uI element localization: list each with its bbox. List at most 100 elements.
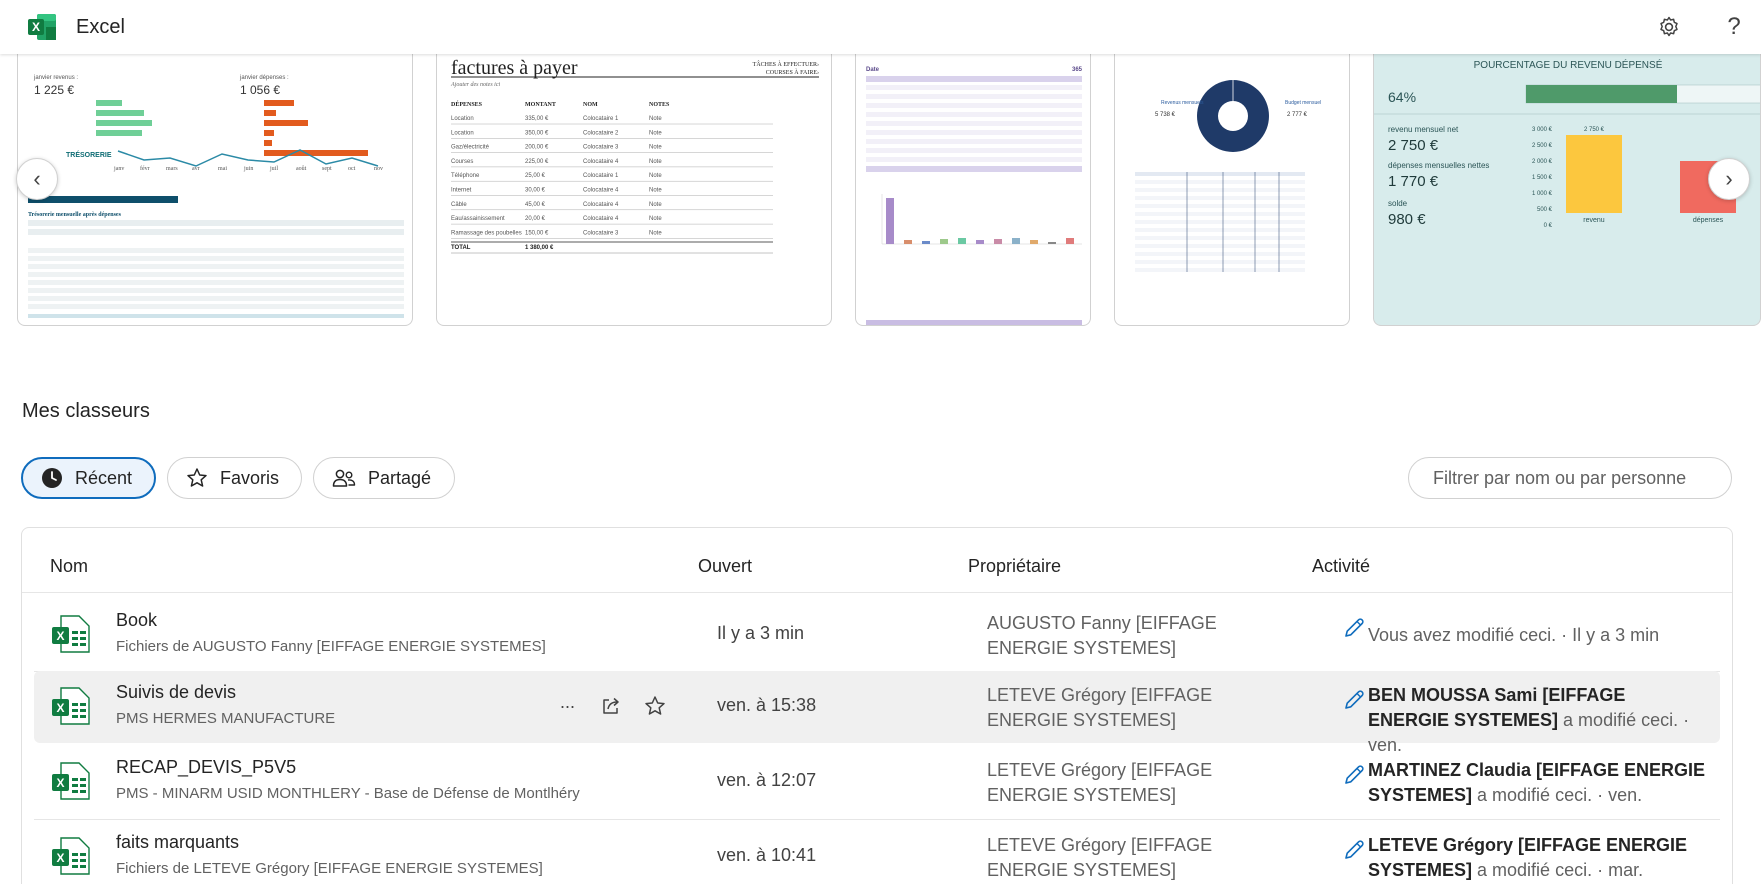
template-card-tresorerie[interactable]: janvier revenus : 1 225 € janvier dépens… xyxy=(17,54,413,326)
factures-col-montant: MONTANT xyxy=(525,102,556,108)
row-actions: ··· xyxy=(554,693,668,719)
file-owner: LETEVE Grégory [EIFFAGE ENERGIE SYSTEMES… xyxy=(987,685,1213,730)
factures-subtitle: Ajouter des notes ici xyxy=(450,82,500,88)
template-card-budget-demenagement[interactable]: Date 365 xyxy=(855,54,1091,326)
gear-icon xyxy=(1660,16,1678,37)
template-card-factures[interactable]: factures à payer Ajouter des notes ici T… xyxy=(436,54,832,326)
column-header-opened[interactable]: Ouvert xyxy=(698,556,752,577)
month-label: oct xyxy=(348,166,356,172)
file-name[interactable]: Suivis de devis xyxy=(116,682,236,703)
factures-cell: Location xyxy=(451,116,474,122)
excel-logo-icon[interactable]: X xyxy=(28,14,56,40)
table-row[interactable]: X RECAP_DEVIS_P5V5 PMS - MINARM USID MON… xyxy=(34,746,1720,818)
carousel-prev-button[interactable]: ‹ xyxy=(16,158,58,200)
factures-cell: Colocataire 4 xyxy=(583,188,619,194)
file-activity: LETEVE Grégory [EIFFAGE ENERGIE SYSTEMES… xyxy=(1368,833,1708,883)
bar-label-spending: dépenses xyxy=(1693,217,1724,224)
net-spent-label: dépenses mensuelles nettes xyxy=(1388,161,1489,170)
revenue-bar xyxy=(1566,135,1622,213)
month-label: juin xyxy=(243,166,253,172)
table-row[interactable]: X Suivis de devis PMS HERMES MANUFACTURE… xyxy=(34,671,1720,755)
table-row[interactable]: X Book Fichiers de AUGUSTO Fanny [EIFFAG… xyxy=(34,599,1720,671)
share-button[interactable] xyxy=(598,693,624,719)
balance-value: 980 € xyxy=(1388,211,1426,228)
month-label: nov xyxy=(374,166,383,172)
factures-cell: 25,00 € xyxy=(525,173,546,179)
svg-text:X: X xyxy=(56,776,64,790)
clock-icon xyxy=(42,468,62,488)
factures-cell: 225,00 € xyxy=(525,159,549,165)
filter-recent-button[interactable]: Récent xyxy=(21,457,156,499)
filter-search-input[interactable] xyxy=(1408,457,1732,499)
table-row[interactable]: X faits marquants Fichiers de LETEVE Gré… xyxy=(34,821,1720,884)
carousel-next-button[interactable]: › xyxy=(1708,158,1750,200)
filter-favorites-button[interactable]: Favoris xyxy=(167,457,302,499)
column-header-owner[interactable]: Propriétaire xyxy=(968,556,1061,577)
factures-cell: 30,00 € xyxy=(525,188,546,194)
net-spent-value: 1 770 € xyxy=(1388,173,1439,190)
budget-date-label: Date xyxy=(866,67,880,73)
factures-cell: Colocataire 2 xyxy=(583,130,619,136)
factures-cell: Colocataire 3 xyxy=(583,230,619,236)
factures-col-nom: NOM xyxy=(583,102,598,108)
factures-tasks: TÂCHES À EFFECTUER› xyxy=(753,60,819,68)
y-tick-label: 2 500 € xyxy=(1532,143,1553,149)
file-name[interactable]: faits marquants xyxy=(116,832,239,853)
file-location: Fichiers de AUGUSTO Fanny [EIFFAGE ENERG… xyxy=(116,638,546,655)
column-header-activity[interactable]: Activité xyxy=(1312,556,1370,577)
template-preview-budget: Date 365 xyxy=(866,67,1083,325)
template-preview-depenses: Revenus mensuels 5 738 € Budget mensuel … xyxy=(1135,80,1321,272)
favorite-button[interactable] xyxy=(642,693,668,719)
excel-file-icon: X xyxy=(52,615,90,653)
column-header-name[interactable]: Nom xyxy=(50,556,88,577)
bar-label-revenue: revenu xyxy=(1583,217,1605,224)
file-opened-time: ven. à 10:41 xyxy=(717,845,817,865)
month-label: sept xyxy=(322,166,332,172)
app-title[interactable]: Excel xyxy=(76,16,125,39)
help-button[interactable]: ? xyxy=(1721,13,1747,40)
factures-cell: Colocataire 4 xyxy=(583,202,619,208)
factures-title: factures à payer xyxy=(451,57,578,79)
filter-shared-button[interactable]: Partagé xyxy=(313,457,455,499)
section-title: Mes classeurs xyxy=(22,400,150,422)
factures-shopping: COURSES À FAIRE› xyxy=(766,68,819,76)
pourcentage-title: POURCENTAGE DU REVENU DÉPENSÉ xyxy=(1474,58,1663,71)
factures-cell: Câble xyxy=(451,202,467,208)
factures-cell: Colocataire 3 xyxy=(583,145,619,151)
tresorerie-table-title: Trésorerie mensuelle après dépenses xyxy=(28,212,122,218)
factures-cell: Note xyxy=(649,216,662,222)
factures-cell: 335,00 € xyxy=(525,116,549,122)
chevron-left-icon: ‹ xyxy=(33,166,41,191)
file-opened-time: Il y a 3 min xyxy=(717,623,805,643)
template-preview-pourcentage: POURCENTAGE DU REVENU DÉPENSÉ 64% revenu… xyxy=(1374,58,1760,229)
y-tick-label: 1 500 € xyxy=(1532,175,1553,181)
more-options-button[interactable]: ··· xyxy=(554,693,580,719)
factures-cell: Note xyxy=(649,173,662,179)
factures-cell: Note xyxy=(649,130,662,136)
factures-cell: Colocataire 4 xyxy=(583,159,619,165)
budget-days-value: 365 xyxy=(1072,67,1083,73)
bar-top-label: 2 750 € xyxy=(1584,127,1605,133)
template-card-depenses-mensuelles[interactable]: Revenus mensuels 5 738 € Budget mensuel … xyxy=(1114,54,1350,326)
factures-total-value: 1 380,00 € xyxy=(525,245,554,251)
svg-text:X: X xyxy=(56,701,64,715)
y-tick-label: 500 € xyxy=(1537,207,1553,213)
factures-cell: Location xyxy=(451,130,474,136)
factures-cell: 150,00 € xyxy=(525,230,549,236)
factures-col-depenses: DÉPENSES xyxy=(451,100,483,108)
file-name[interactable]: RECAP_DEVIS_P5V5 xyxy=(116,757,296,778)
file-owner: LETEVE Grégory [EIFFAGE ENERGIE SYSTEMES… xyxy=(987,760,1213,805)
factures-cell: 350,00 € xyxy=(525,130,549,136)
month-label: janv xyxy=(113,166,124,172)
template-card-pourcentage-revenu[interactable]: POURCENTAGE DU REVENU DÉPENSÉ 64% revenu… xyxy=(1373,54,1761,326)
month-label: mai xyxy=(218,166,227,172)
file-activity: MARTINEZ Claudia [EIFFAGE ENERGIE SYSTEM… xyxy=(1368,758,1708,808)
share-icon xyxy=(603,697,619,714)
factures-col-notes: NOTES xyxy=(649,102,670,108)
net-income-label: revenu mensuel net xyxy=(1388,125,1459,134)
factures-cell: Note xyxy=(649,145,662,151)
factures-cell: Note xyxy=(649,159,662,165)
file-name[interactable]: Book xyxy=(116,610,157,631)
settings-button[interactable] xyxy=(1656,14,1682,40)
more-icon: ··· xyxy=(559,695,576,716)
